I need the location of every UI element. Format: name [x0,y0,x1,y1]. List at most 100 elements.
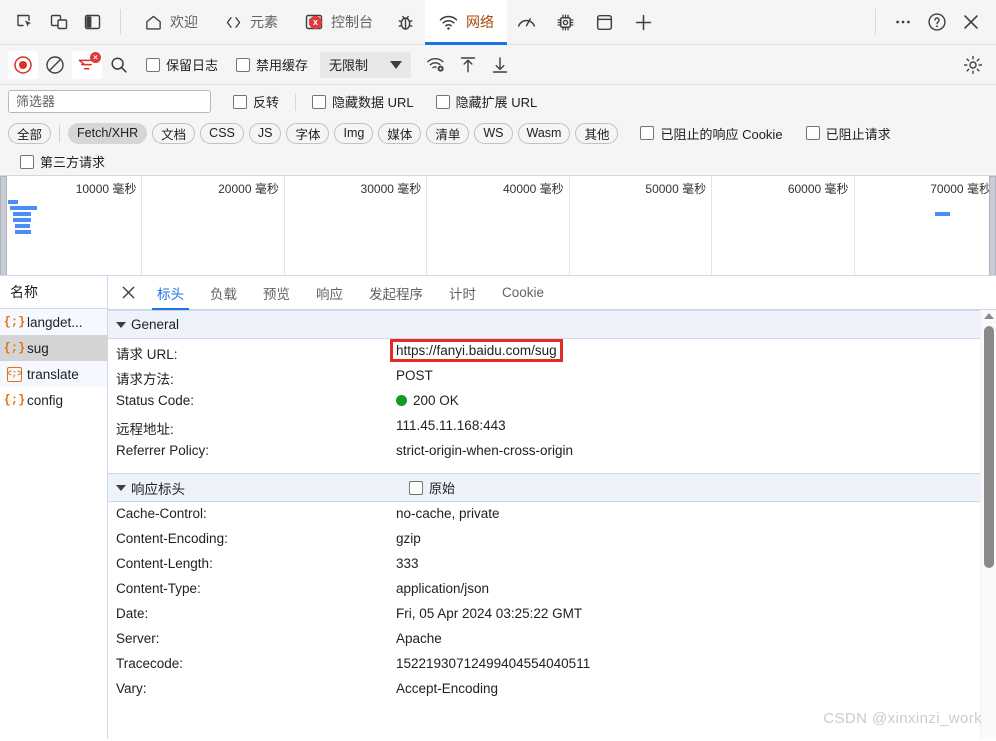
type-filter-js[interactable]: JS [248,122,282,144]
close-devtools-icon[interactable] [954,5,988,39]
type-filter-manifest[interactable]: 清单 [426,122,470,144]
overview-request-bar [10,206,37,210]
import-har-icon[interactable] [453,51,483,79]
overview-tick-label: 10000 毫秒 [75,182,137,196]
export-har-icon[interactable] [485,51,515,79]
overview-selection-handle-left[interactable] [0,176,7,275]
row-value: Accept-Encoding [396,681,499,696]
overview-cell: 30000 毫秒 [285,176,428,275]
invert-checkbox[interactable]: 反转 [229,92,283,111]
overview-request-bar [15,230,31,234]
checkbox-box[interactable] [233,94,247,109]
checkbox-box[interactable] [805,126,820,140]
tab-headers[interactable]: 标头 [144,276,197,310]
third-party-requests-checkbox[interactable]: 第三方请求 [16,152,109,171]
row-key: 远程地址: [116,422,174,437]
detail-vertical-scrollbar[interactable] [980,310,996,739]
clear-requests-icon[interactable] [40,51,70,79]
header-row-server: Server: Apache [108,631,996,656]
row-value-wrap: 200 OK [396,393,459,408]
overview-request-bar [935,212,950,216]
request-row-translate[interactable]: <;> translate [0,361,107,387]
filter-input[interactable] [8,90,211,113]
response-headers-section-header[interactable]: 响应标头 原始 [108,473,996,502]
dock-panel-icon[interactable] [76,5,110,39]
tab-cookies[interactable]: Cookie [489,276,557,310]
checkbox-box[interactable] [409,480,423,495]
tab-memory[interactable] [546,0,585,45]
search-icon[interactable] [104,51,134,79]
type-filter-css[interactable]: CSS [200,122,244,144]
scrollbar-thumb[interactable] [984,326,994,568]
detail-tabbar: 标头 负载 预览 响应 发起程序 计时 Cookie [108,276,996,310]
tab-console[interactable]: x 控制台 [291,0,386,45]
header-row-tracecode: Tracecode: 15221930712499404554040511 [108,656,996,681]
row-key: Content-Encoding: [116,531,228,546]
throttling-dropdown[interactable]: 无限制 [320,51,412,78]
type-filter-fetch-xhr[interactable]: Fetch/XHR [68,122,148,144]
help-question-icon[interactable] [920,5,954,39]
gear-icon[interactable] [958,51,988,79]
hide-data-urls-checkbox[interactable]: 隐藏数据 URL [308,92,418,111]
tab-payload[interactable]: 负载 [197,276,250,310]
request-row-sug[interactable]: {;} sug [0,335,107,361]
header-row-content-encoding: Content-Encoding: gzip [108,531,996,556]
header-row-vary: Vary: Accept-Encoding [108,681,996,706]
checkbox-box[interactable] [20,154,34,169]
tab-performance[interactable] [507,0,546,45]
checkbox-box[interactable] [312,94,327,109]
type-filter-wasm[interactable]: Wasm [517,122,571,144]
blocked-response-cookies-checkbox[interactable]: 已阻止的响应 Cookie [636,124,786,143]
preserve-log-checkbox[interactable]: 保留日志 [142,55,222,74]
add-panel-button[interactable] [624,0,663,45]
request-row-config[interactable]: {;} config [0,387,107,413]
inspect-element-icon[interactable] [8,5,42,39]
row-key: Date: [116,606,149,621]
type-filter-img[interactable]: Img [334,122,374,144]
raw-headers-checkbox[interactable]: 原始 [405,478,459,497]
request-list-header: 名称 [0,276,107,309]
tab-network[interactable]: 网络 [425,0,507,45]
general-row-referrer-policy: Referrer Policy: strict-origin-when-cros… [108,443,996,468]
request-name: langdet... [27,314,83,330]
type-filter-ws[interactable]: WS [474,122,513,144]
blocked-requests-checkbox[interactable]: 已阻止请求 [802,124,895,143]
response-headers-body: Cache-Control: no-cache, private Content… [108,502,996,711]
row-value: no-cache, private [396,506,500,521]
network-conditions-icon[interactable] [421,51,451,79]
disable-cache-checkbox[interactable]: 禁用缓存 [232,55,312,74]
hide-extension-urls-checkbox[interactable]: 隐藏扩展 URL [432,92,542,111]
tab-recorder[interactable] [386,0,425,45]
type-filter-all[interactable]: 全部 [8,122,52,144]
overview-selection-handle-right[interactable] [989,176,996,275]
scroll-up-arrow-icon[interactable] [984,313,994,319]
row-value: strict-origin-when-cross-origin [396,443,574,458]
type-filter-media[interactable]: 媒体 [378,122,422,144]
type-filter-other[interactable]: 其他 [575,122,619,144]
type-filter-font[interactable]: 字体 [286,122,330,144]
checkbox-box[interactable] [435,94,450,109]
device-toolbar-icon[interactable] [42,5,76,39]
general-section-header[interactable]: General [108,310,996,339]
tab-initiator[interactable]: 发起程序 [356,276,436,310]
checkbox-box[interactable] [146,57,160,72]
tab-welcome[interactable]: 欢迎 [131,0,211,45]
tab-response[interactable]: 响应 [303,276,356,310]
tab-application[interactable] [585,0,624,45]
network-overview-timeline[interactable]: 10000 毫秒 20000 毫秒 30000 毫秒 40000 毫秒 5000… [0,176,996,276]
header-row-content-type: Content-Type: application/json [108,581,996,606]
tab-elements[interactable]: 元素 [211,0,291,45]
application-storage-icon [594,12,615,33]
general-section-title: General [131,317,180,332]
type-filter-doc[interactable]: 文档 [152,122,196,144]
checkbox-box[interactable] [640,126,655,140]
checkbox-box[interactable] [236,57,251,72]
close-detail-icon[interactable] [112,276,144,310]
tab-timing[interactable]: 计时 [436,276,489,310]
record-stop-icon[interactable] [8,50,38,79]
request-row-langdetect[interactable]: {;} langdet... [0,309,107,335]
tab-preview[interactable]: 预览 [250,276,303,310]
plus-icon [633,12,654,33]
more-options-icon[interactable] [886,5,920,39]
filter-funnel-icon[interactable]: × [72,50,102,79]
